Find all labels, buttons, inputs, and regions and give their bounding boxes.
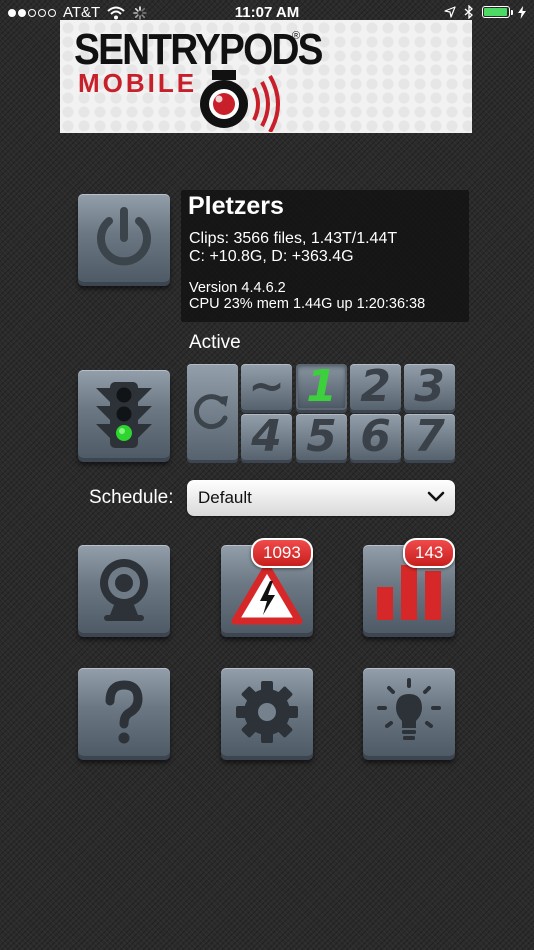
gear-icon xyxy=(236,681,298,743)
server-info-panel: Pletzers Clips: 3566 files, 1.43T/1.44T … xyxy=(181,190,469,322)
active-state-label: Active xyxy=(189,332,241,353)
help-button[interactable] xyxy=(78,668,170,756)
schedule-selected-value: Default xyxy=(198,488,252,507)
schedule-label: Schedule: xyxy=(89,487,174,508)
traffic-light-icon xyxy=(96,382,152,448)
version-info: Version 4.4.6.2 xyxy=(189,280,286,296)
power-icon xyxy=(97,207,151,266)
profile-button-6[interactable]: 6 xyxy=(350,414,401,460)
sentrypod-camera-logo-icon xyxy=(200,70,280,132)
bluetooth-icon xyxy=(464,5,473,19)
battery-level xyxy=(484,8,507,16)
chevron-down-icon xyxy=(427,491,445,502)
clips-info: Clips: 3566 files, 1.43T/1.44T xyxy=(189,230,398,247)
profile-button-2[interactable]: 2 xyxy=(350,364,401,410)
profile-button-3[interactable]: 3 xyxy=(404,364,455,410)
drives-info: C: +10.8G, D: +363.4G xyxy=(189,248,354,265)
alerts-count-badge: 1093 xyxy=(251,538,313,568)
system-stats-info: CPU 23% mem 1.44G up 1:20:36:38 xyxy=(189,296,426,312)
schedule-dropdown[interactable]: Default xyxy=(187,480,455,516)
profile-button-1[interactable]: 1 xyxy=(296,364,347,410)
server-name: Pletzers xyxy=(188,192,284,220)
statistics-count-badge: 143 xyxy=(403,538,456,568)
profile-button-5[interactable]: 5 xyxy=(296,414,347,460)
lightbulb-icon xyxy=(377,678,441,740)
profile-button-4[interactable]: 4 xyxy=(241,414,292,460)
cameras-button[interactable] xyxy=(78,545,170,633)
refresh-profile-button[interactable] xyxy=(187,364,238,460)
location-arrow-icon xyxy=(444,6,456,18)
status-right xyxy=(444,5,526,19)
charging-bolt-icon xyxy=(518,5,526,19)
logo-registered-mark: ® xyxy=(292,30,301,42)
sentrypods-banner: SENTRYPODS ® MOBILE xyxy=(60,20,472,133)
profile-button-7[interactable]: 7 xyxy=(404,414,455,460)
tips-button[interactable] xyxy=(363,668,455,756)
question-mark-icon xyxy=(105,680,143,744)
webcam-icon xyxy=(100,559,148,621)
profile-button-hold[interactable]: ~ xyxy=(241,364,292,410)
traffic-light-button[interactable] xyxy=(78,370,170,458)
battery-icon xyxy=(482,6,513,18)
power-button[interactable] xyxy=(78,194,170,282)
logo-mobile-text: MOBILE xyxy=(78,68,198,98)
settings-button[interactable] xyxy=(221,668,313,756)
refresh-icon xyxy=(194,394,228,430)
